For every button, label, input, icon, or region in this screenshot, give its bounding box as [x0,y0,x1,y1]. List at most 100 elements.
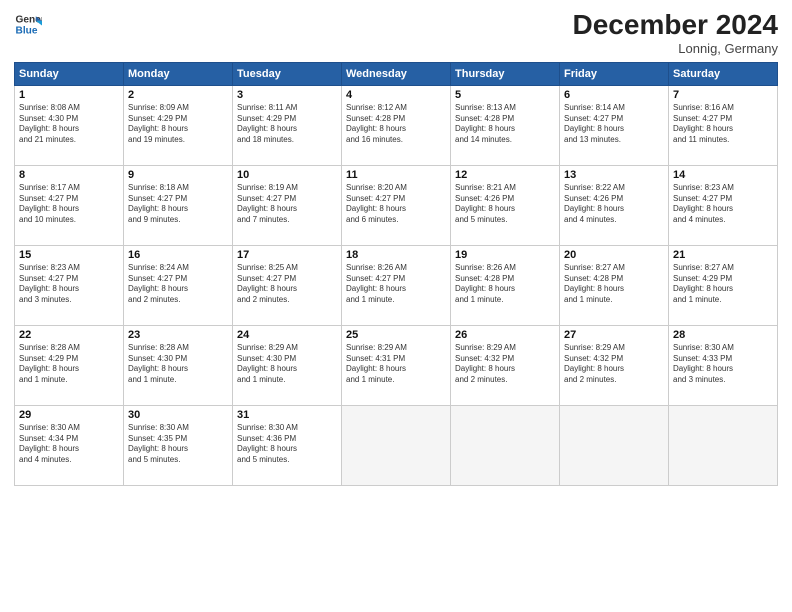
cell-info: Sunrise: 8:28 AMSunset: 4:30 PMDaylight:… [128,343,228,386]
day-number: 19 [455,249,555,261]
calendar-cell [451,405,560,485]
month-title: December 2024 [573,10,778,41]
cell-info: Sunrise: 8:23 AMSunset: 4:27 PMDaylight:… [19,263,119,306]
cell-info: Sunrise: 8:24 AMSunset: 4:27 PMDaylight:… [128,263,228,306]
calendar-cell: 19 Sunrise: 8:26 AMSunset: 4:28 PMDayligh… [451,245,560,325]
location: Lonnig, Germany [573,41,778,56]
calendar-cell: 23 Sunrise: 8:28 AMSunset: 4:30 PMDayligh… [124,325,233,405]
day-number: 1 [19,89,119,101]
cell-info: Sunrise: 8:18 AMSunset: 4:27 PMDaylight:… [128,183,228,226]
day-number: 6 [564,89,664,101]
cell-info: Sunrise: 8:16 AMSunset: 4:27 PMDaylight:… [673,103,773,146]
cell-info: Sunrise: 8:27 AMSunset: 4:28 PMDaylight:… [564,263,664,306]
calendar-cell: 20Sunrise: 8:27 AMSunset: 4:28 PMDayligh… [560,245,669,325]
week-row-4: 22Sunrise: 8:28 AMSunset: 4:29 PMDayligh… [15,325,778,405]
day-number: 29 [19,409,119,421]
day-number: 14 [673,169,773,181]
day-number: 3 [237,89,337,101]
cell-info: Sunrise: 8:09 AMSunset: 4:29 PMDaylight:… [128,103,228,146]
day-number: 15 [19,249,119,261]
cell-info: Sunrise: 8:23 AMSunset: 4:27 PMDaylight:… [673,183,773,226]
day-number: 4 [346,89,446,101]
calendar-cell: 13 Sunrise: 8:22 AMSunset: 4:26 PMDayligh… [560,165,669,245]
cell-info: Sunrise: 8:12 AMSunset: 4:28 PMDaylight:… [346,103,446,146]
title-block: December 2024 Lonnig, Germany [573,10,778,56]
cell-info: Sunrise: 8:30 AMSunset: 4:35 PMDaylight:… [128,423,228,466]
cell-info: Sunrise: 8:13 AMSunset: 4:28 PMDaylight:… [455,103,555,146]
col-header-tuesday: Tuesday [233,62,342,85]
cell-info: Sunrise: 8:26 AMSunset: 4:27 PMDaylight:… [346,263,446,306]
day-number: 26 [455,329,555,341]
day-number: 5 [455,89,555,101]
day-number: 11 [346,169,446,181]
calendar-cell: 16 Sunrise: 8:24 AMSunset: 4:27 PMDayligh… [124,245,233,325]
calendar-cell: 8 Sunrise: 8:17 AMSunset: 4:27 PMDaylight… [15,165,124,245]
calendar-cell: 18 Sunrise: 8:26 AMSunset: 4:27 PMDayligh… [342,245,451,325]
day-number: 31 [237,409,337,421]
calendar-cell: 30 Sunrise: 8:30 AMSunset: 4:35 PMDayligh… [124,405,233,485]
cell-info: Sunrise: 8:17 AMSunset: 4:27 PMDaylight:… [19,183,119,226]
calendar-cell: 7Sunrise: 8:16 AMSunset: 4:27 PMDaylight… [669,85,778,165]
cell-info: Sunrise: 8:28 AMSunset: 4:29 PMDaylight:… [19,343,119,386]
calendar-cell: 4 Sunrise: 8:12 AMSunset: 4:28 PMDaylight… [342,85,451,165]
day-number: 28 [673,329,773,341]
cell-info: Sunrise: 8:30 AMSunset: 4:36 PMDaylight:… [237,423,337,466]
cell-info: Sunrise: 8:08 AMSunset: 4:30 PMDaylight:… [19,103,119,146]
logo: General Blue [14,10,42,38]
calendar-cell: 6 Sunrise: 8:14 AMSunset: 4:27 PMDaylight… [560,85,669,165]
week-row-2: 8 Sunrise: 8:17 AMSunset: 4:27 PMDaylight… [15,165,778,245]
calendar-cell: 29Sunrise: 8:30 AMSunset: 4:34 PMDayligh… [15,405,124,485]
calendar-cell: 24Sunrise: 8:29 AMSunset: 4:30 PMDayligh… [233,325,342,405]
calendar-cell [342,405,451,485]
day-number: 23 [128,329,228,341]
cell-info: Sunrise: 8:20 AMSunset: 4:27 PMDaylight:… [346,183,446,226]
calendar-cell: 15 Sunrise: 8:23 AMSunset: 4:27 PMDayligh… [15,245,124,325]
cell-info: Sunrise: 8:25 AMSunset: 4:27 PMDaylight:… [237,263,337,306]
day-number: 2 [128,89,228,101]
cell-info: Sunrise: 8:27 AMSunset: 4:29 PMDaylight:… [673,263,773,306]
week-row-3: 15 Sunrise: 8:23 AMSunset: 4:27 PMDayligh… [15,245,778,325]
header-row: SundayMondayTuesdayWednesdayThursdayFrid… [15,62,778,85]
calendar-cell: 21Sunrise: 8:27 AMSunset: 4:29 PMDayligh… [669,245,778,325]
calendar-cell: 25Sunrise: 8:29 AMSunset: 4:31 PMDayligh… [342,325,451,405]
cell-info: Sunrise: 8:11 AMSunset: 4:29 PMDaylight:… [237,103,337,146]
day-number: 13 [564,169,664,181]
calendar-cell: 27Sunrise: 8:29 AMSunset: 4:32 PMDayligh… [560,325,669,405]
cell-info: Sunrise: 8:21 AMSunset: 4:26 PMDaylight:… [455,183,555,226]
calendar-table: SundayMondayTuesdayWednesdayThursdayFrid… [14,62,778,486]
calendar-cell: 1 Sunrise: 8:08 AMSunset: 4:30 PMDaylight… [15,85,124,165]
day-number: 18 [346,249,446,261]
calendar-cell: 28 Sunrise: 8:30 AMSunset: 4:33 PMDayligh… [669,325,778,405]
cell-info: Sunrise: 8:29 AMSunset: 4:32 PMDaylight:… [455,343,555,386]
day-number: 25 [346,329,446,341]
col-header-sunday: Sunday [15,62,124,85]
calendar-cell: 2 Sunrise: 8:09 AMSunset: 4:29 PMDaylight… [124,85,233,165]
day-number: 12 [455,169,555,181]
day-number: 8 [19,169,119,181]
calendar-cell: 26 Sunrise: 8:29 AMSunset: 4:32 PMDayligh… [451,325,560,405]
logo-icon: General Blue [14,10,42,38]
calendar-cell: 9 Sunrise: 8:18 AMSunset: 4:27 PMDaylight… [124,165,233,245]
cell-info: Sunrise: 8:30 AMSunset: 4:33 PMDaylight:… [673,343,773,386]
week-row-1: 1 Sunrise: 8:08 AMSunset: 4:30 PMDaylight… [15,85,778,165]
day-number: 9 [128,169,228,181]
cell-info: Sunrise: 8:29 AMSunset: 4:32 PMDaylight:… [564,343,664,386]
col-header-thursday: Thursday [451,62,560,85]
col-header-friday: Friday [560,62,669,85]
cell-info: Sunrise: 8:26 AMSunset: 4:28 PMDaylight:… [455,263,555,306]
week-row-5: 29Sunrise: 8:30 AMSunset: 4:34 PMDayligh… [15,405,778,485]
calendar-cell: 5 Sunrise: 8:13 AMSunset: 4:28 PMDaylight… [451,85,560,165]
cell-info: Sunrise: 8:14 AMSunset: 4:27 PMDaylight:… [564,103,664,146]
cell-info: Sunrise: 8:29 AMSunset: 4:30 PMDaylight:… [237,343,337,386]
calendar-cell: 10Sunrise: 8:19 AMSunset: 4:27 PMDayligh… [233,165,342,245]
cell-info: Sunrise: 8:19 AMSunset: 4:27 PMDaylight:… [237,183,337,226]
cell-info: Sunrise: 8:22 AMSunset: 4:26 PMDaylight:… [564,183,664,226]
calendar-cell: 31 Sunrise: 8:30 AMSunset: 4:36 PMDayligh… [233,405,342,485]
calendar-cell: 11 Sunrise: 8:20 AMSunset: 4:27 PMDayligh… [342,165,451,245]
day-number: 16 [128,249,228,261]
day-number: 30 [128,409,228,421]
calendar-cell: 12 Sunrise: 8:21 AMSunset: 4:26 PMDayligh… [451,165,560,245]
calendar-page: General Blue December 2024 Lonnig, Germa… [0,0,792,612]
col-header-saturday: Saturday [669,62,778,85]
calendar-cell: 17Sunrise: 8:25 AMSunset: 4:27 PMDayligh… [233,245,342,325]
